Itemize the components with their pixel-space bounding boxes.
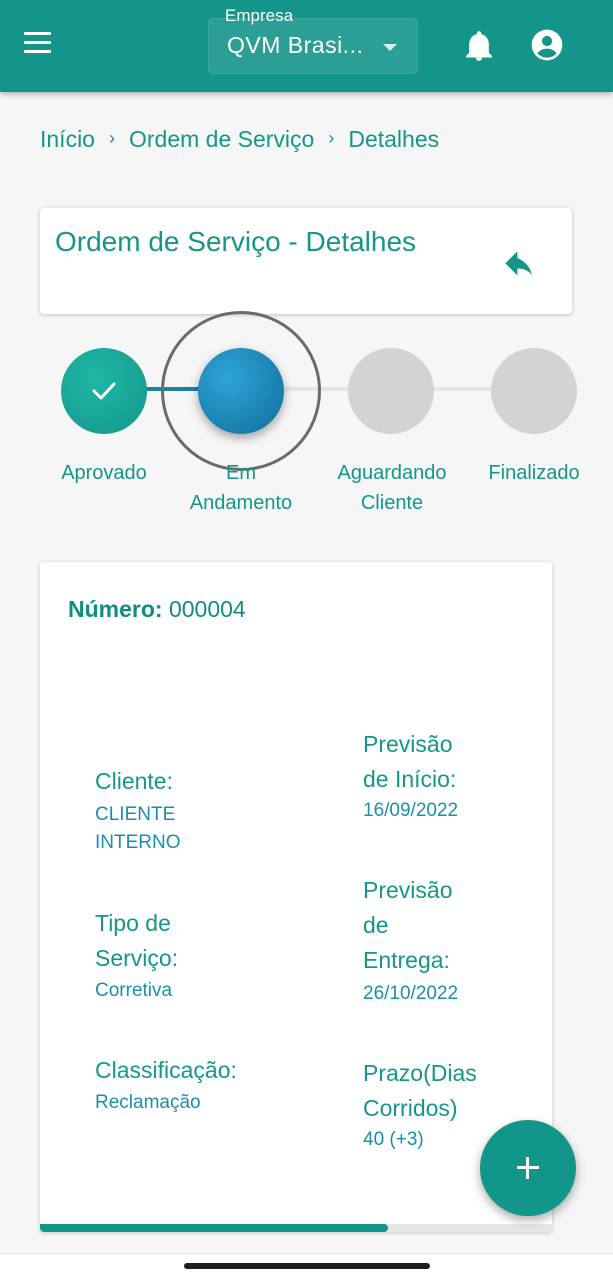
- company-select[interactable]: QVM Brasi...: [208, 18, 418, 74]
- step-label-line: Andamento: [189, 492, 293, 514]
- title-card: Ordem de Serviço - Detalhes: [40, 208, 572, 314]
- classificacao-label: Classificação:: [95, 1057, 237, 1083]
- cliente-label: Cliente:: [95, 768, 173, 794]
- numero-field: Número: 000004: [68, 596, 246, 623]
- previsao-inicio-label-line: de Início:: [363, 766, 457, 792]
- cliente-value: CLIENTE INTERNO: [95, 801, 181, 857]
- stepper-connector: [433, 387, 494, 391]
- step-label: Em Andamento: [161, 458, 321, 518]
- breadcrumb-item-ordem-servico[interactable]: Ordem de Serviço: [129, 126, 314, 152]
- prazo-label-line: Prazo(Dias: [363, 1060, 477, 1086]
- breadcrumb-item-detalhes: Detalhes: [348, 126, 440, 152]
- step-focus-ring: [161, 311, 321, 471]
- account-circle-icon[interactable]: [531, 29, 563, 61]
- check-icon: [92, 382, 116, 400]
- step-label-line: Finalizado: [488, 462, 580, 484]
- numero-value: 000004: [168, 596, 246, 622]
- scroll-progress-bar: [40, 1224, 552, 1232]
- step-label-line: Cliente: [360, 492, 424, 514]
- step-label: Aprovado: [24, 458, 184, 488]
- step-label: Aguardando Cliente: [312, 458, 472, 518]
- previsao-entrega-label-line: Previsão: [363, 877, 453, 903]
- tipo-servico-label-line: Serviço:: [95, 945, 179, 971]
- step-label-line: Aguardando: [337, 462, 447, 484]
- previsao-entrega-label-line: de: [363, 912, 389, 938]
- classificacao-value: Reclamação: [95, 1092, 201, 1113]
- add-button[interactable]: [480, 1120, 576, 1216]
- breadcrumb-separator: ›: [108, 128, 115, 148]
- previsao-inicio-value: 16/09/2022: [363, 800, 459, 821]
- previsao-inicio-label: Previsão de Início:: [363, 727, 456, 797]
- previsao-inicio-label-line: Previsão: [363, 731, 453, 757]
- step-aguardando-cliente[interactable]: [348, 348, 434, 434]
- prazo-label-line: Corridos): [363, 1095, 458, 1121]
- menu-icon[interactable]: [24, 32, 54, 58]
- step-finalizado[interactable]: [491, 348, 577, 434]
- tipo-servico-value: Corretiva: [95, 980, 173, 1001]
- scroll-progress-fill: [40, 1224, 389, 1232]
- breadcrumb: Início › Ordem de Serviço › Detalhes: [40, 126, 439, 153]
- step-label-line: Aprovado: [61, 462, 147, 484]
- prazo-value: 40 (+3): [363, 1129, 424, 1150]
- cliente-value-line: CLIENTE: [95, 804, 176, 825]
- home-indicator[interactable]: [184, 1263, 430, 1269]
- breadcrumb-item-inicio[interactable]: Início: [40, 126, 95, 152]
- numero-label: Número:: [68, 596, 163, 622]
- company-select-label: Empresa: [225, 6, 294, 25]
- cliente-value-line: INTERNO: [95, 832, 181, 853]
- tipo-servico-label-line: Tipo de: [95, 910, 171, 936]
- prazo-label: Prazo(Dias Corridos): [363, 1056, 477, 1126]
- company-select-value: QVM Brasi...: [227, 32, 364, 58]
- tipo-servico-label: Tipo de Serviço:: [95, 906, 178, 976]
- breadcrumb-separator: ›: [328, 128, 335, 148]
- page-title: Ordem de Serviço - Detalhes: [55, 226, 417, 257]
- step-aprovado[interactable]: [61, 348, 147, 434]
- previsao-entrega-label: Previsão de Entrega:: [363, 873, 452, 978]
- chevron-down-icon: [383, 44, 397, 51]
- plus-icon: [526, 1157, 529, 1179]
- app-bar: QVM Brasi... Empresa: [0, 0, 613, 92]
- details-card: Número: 000004 Cliente: CLIENTE INTERNO …: [40, 562, 552, 1232]
- previsao-entrega-value: 26/10/2022: [363, 983, 459, 1004]
- step-label-line: Em: [226, 462, 256, 484]
- step-label: Finalizado: [454, 458, 613, 488]
- bell-icon[interactable]: [464, 30, 494, 62]
- reply-arrow-icon[interactable]: [504, 250, 536, 278]
- previsao-entrega-label-line: Entrega:: [363, 947, 450, 973]
